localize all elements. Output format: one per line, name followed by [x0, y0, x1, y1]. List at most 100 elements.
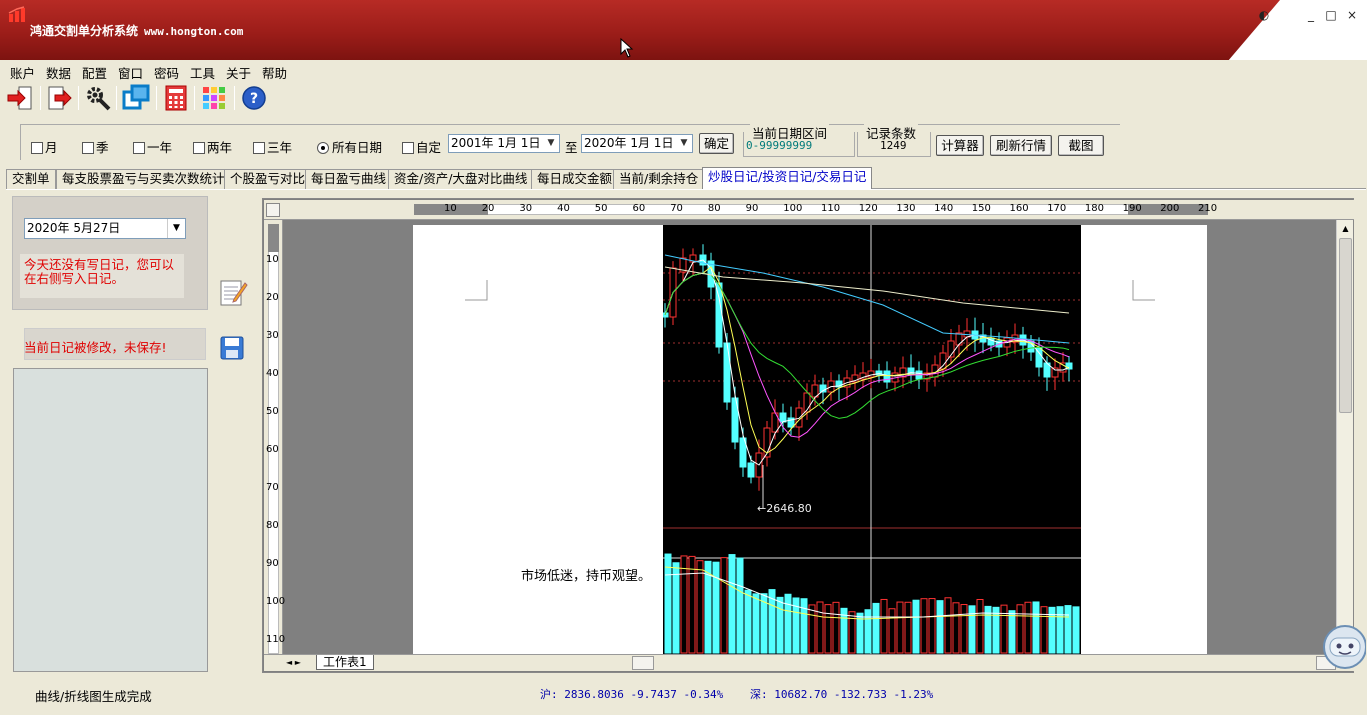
close-button[interactable]: × [1343, 6, 1361, 24]
app-logo-icon [8, 6, 25, 22]
document-page[interactable]: 市场低迷，持币观望。 ←2646.80 [413, 225, 1207, 655]
toolbar-separator [40, 86, 41, 110]
to-label: 至 [565, 140, 578, 155]
save-diary-icon[interactable] [218, 334, 246, 362]
confirm-button[interactable]: 确定 [699, 133, 734, 154]
kline-svg [661, 225, 1081, 655]
hscroll-thumb[interactable] [632, 656, 654, 670]
volume-bar [952, 602, 960, 654]
sheet-tab-bar: ◄ ► 工作表1 [264, 654, 1354, 671]
candle-body [939, 352, 947, 370]
filter-month[interactable]: 月 [31, 137, 58, 156]
login-icon[interactable] [6, 84, 34, 112]
volume-bar [992, 606, 1000, 654]
volume-bar [1032, 601, 1040, 654]
volume-bar [904, 601, 912, 654]
windows-icon[interactable] [122, 84, 150, 112]
from-date-picker[interactable]: 2001年 1月 1日 ▼ [448, 134, 560, 153]
minimize-button[interactable]: _ [1302, 6, 1320, 24]
candle-body [747, 462, 755, 478]
tab-stock-pnl-compare[interactable]: 个股盈亏对比 [224, 169, 312, 189]
hruler-label: 130 [896, 203, 916, 214]
candle-body [723, 342, 731, 403]
vruler-label: 80 [266, 520, 279, 531]
tab-daily-turnover[interactable]: 每日成交金额 [531, 169, 619, 189]
month-checkbox[interactable] [31, 142, 43, 154]
sheet-tab[interactable]: 工作表1 [316, 655, 374, 670]
diary-list-box [13, 368, 208, 672]
sheet-nav-arrows-icon[interactable]: ◄ ► [286, 656, 314, 670]
hruler-label: 190 [1122, 203, 1142, 214]
hruler-label: 50 [594, 203, 608, 214]
calculator-button[interactable]: 计算器 [936, 135, 984, 156]
volume-bar [744, 589, 752, 654]
volume-bar [920, 598, 928, 654]
volume-bar [776, 596, 784, 654]
color-grid-icon[interactable] [200, 84, 228, 112]
vruler-label: 110 [266, 634, 286, 645]
filter-one-year[interactable]: 一年 [133, 137, 172, 156]
chevron-down-icon[interactable]: ▼ [167, 219, 185, 238]
vruler-label: 20 [266, 292, 279, 303]
volume-bar [728, 554, 736, 654]
volume-bar [664, 553, 672, 654]
filter-two-years[interactable]: 两年 [193, 137, 232, 156]
chevron-down-icon[interactable]: ▼ [543, 135, 559, 152]
status-bar: 曲线/折线图生成完成 沪: 2836.8036 -9.7437 -0.34% 深… [0, 680, 1367, 710]
calculator-icon[interactable] [162, 84, 190, 112]
volume-bar [1040, 606, 1048, 654]
custom-checkbox[interactable] [402, 142, 414, 154]
tab-trading-diary[interactable]: 炒股日记/投资日记/交易日记 [702, 167, 873, 190]
volume-bar [1016, 604, 1024, 654]
filter-all-dates[interactable]: 所有日期 [317, 137, 382, 156]
diary-note-text[interactable]: 市场低迷，持币观望。 [521, 565, 651, 584]
tab-daily-pnl-curve[interactable]: 每日盈亏曲线 [305, 169, 393, 189]
volume-bar [784, 593, 792, 654]
toolbar-separator [116, 86, 117, 110]
maximize-button[interactable]: □ [1322, 6, 1340, 24]
toolbar-separator [78, 86, 79, 110]
candle-body [779, 412, 787, 423]
scroll-thumb[interactable] [1339, 238, 1352, 413]
assistant-robot-icon[interactable] [1320, 620, 1366, 670]
chart-low-label: ←2646.80 [757, 502, 812, 515]
pin-icon[interactable]: ◐ [1255, 6, 1273, 24]
all-dates-radio[interactable] [317, 142, 329, 154]
chevron-down-icon[interactable]: ▼ [676, 135, 692, 152]
vertical-scrollbar[interactable]: ▲ [1336, 220, 1353, 654]
help-icon[interactable]: ? [240, 84, 268, 112]
select-all-corner[interactable] [266, 203, 280, 217]
two-years-checkbox[interactable] [193, 142, 205, 154]
hruler-label: 60 [632, 203, 646, 214]
tab-stock-pnl-stats[interactable]: 每支股票盈亏与买卖次数统计 [56, 169, 231, 189]
volume-bar [888, 608, 896, 654]
diary-editor[interactable]: 10 20 30 40 50 60 70 80 90 100 110 120 130 140 150 160 1… [262, 198, 1354, 673]
filter-custom[interactable]: 自定 [402, 137, 441, 156]
tab-capital-vs-market[interactable]: 资金/资产/大盘对比曲线 [388, 169, 534, 189]
scroll-up-icon[interactable]: ▲ [1338, 221, 1353, 236]
refresh-quotes-button[interactable]: 刷新行情 [990, 135, 1052, 156]
volume-bar [912, 599, 920, 654]
one-year-checkbox[interactable] [133, 142, 145, 154]
filter-three-years[interactable]: 三年 [253, 137, 292, 156]
settings-tools-icon[interactable] [84, 84, 112, 112]
tab-delivery-orders[interactable]: 交割单 [6, 169, 56, 189]
volume-bar [736, 557, 744, 654]
filter-quarter[interactable]: 季 [82, 137, 109, 156]
candle-body [955, 332, 963, 346]
vruler-label: 70 [266, 482, 279, 493]
tab-positions[interactable]: 当前/剩余持仓 [613, 169, 705, 189]
to-date-picker[interactable]: 2020年 1月 1日 ▼ [581, 134, 693, 153]
volume-bar [1024, 601, 1032, 654]
title-bar: 鸿通交割单分析系统 www.hongton.com ◐ _ □ × [0, 0, 1367, 60]
volume-bar [800, 598, 808, 654]
quarter-checkbox[interactable] [82, 142, 94, 154]
volume-bar [720, 557, 728, 654]
market-kline-chart [661, 225, 1081, 655]
screenshot-button[interactable]: 截图 [1058, 135, 1104, 156]
hruler-label: 20 [481, 203, 495, 214]
logout-icon[interactable] [46, 84, 74, 112]
diary-date-picker[interactable]: 2020年 5月27日 ▼ [24, 218, 186, 239]
three-years-checkbox[interactable] [253, 142, 265, 154]
write-diary-icon[interactable] [218, 277, 248, 307]
